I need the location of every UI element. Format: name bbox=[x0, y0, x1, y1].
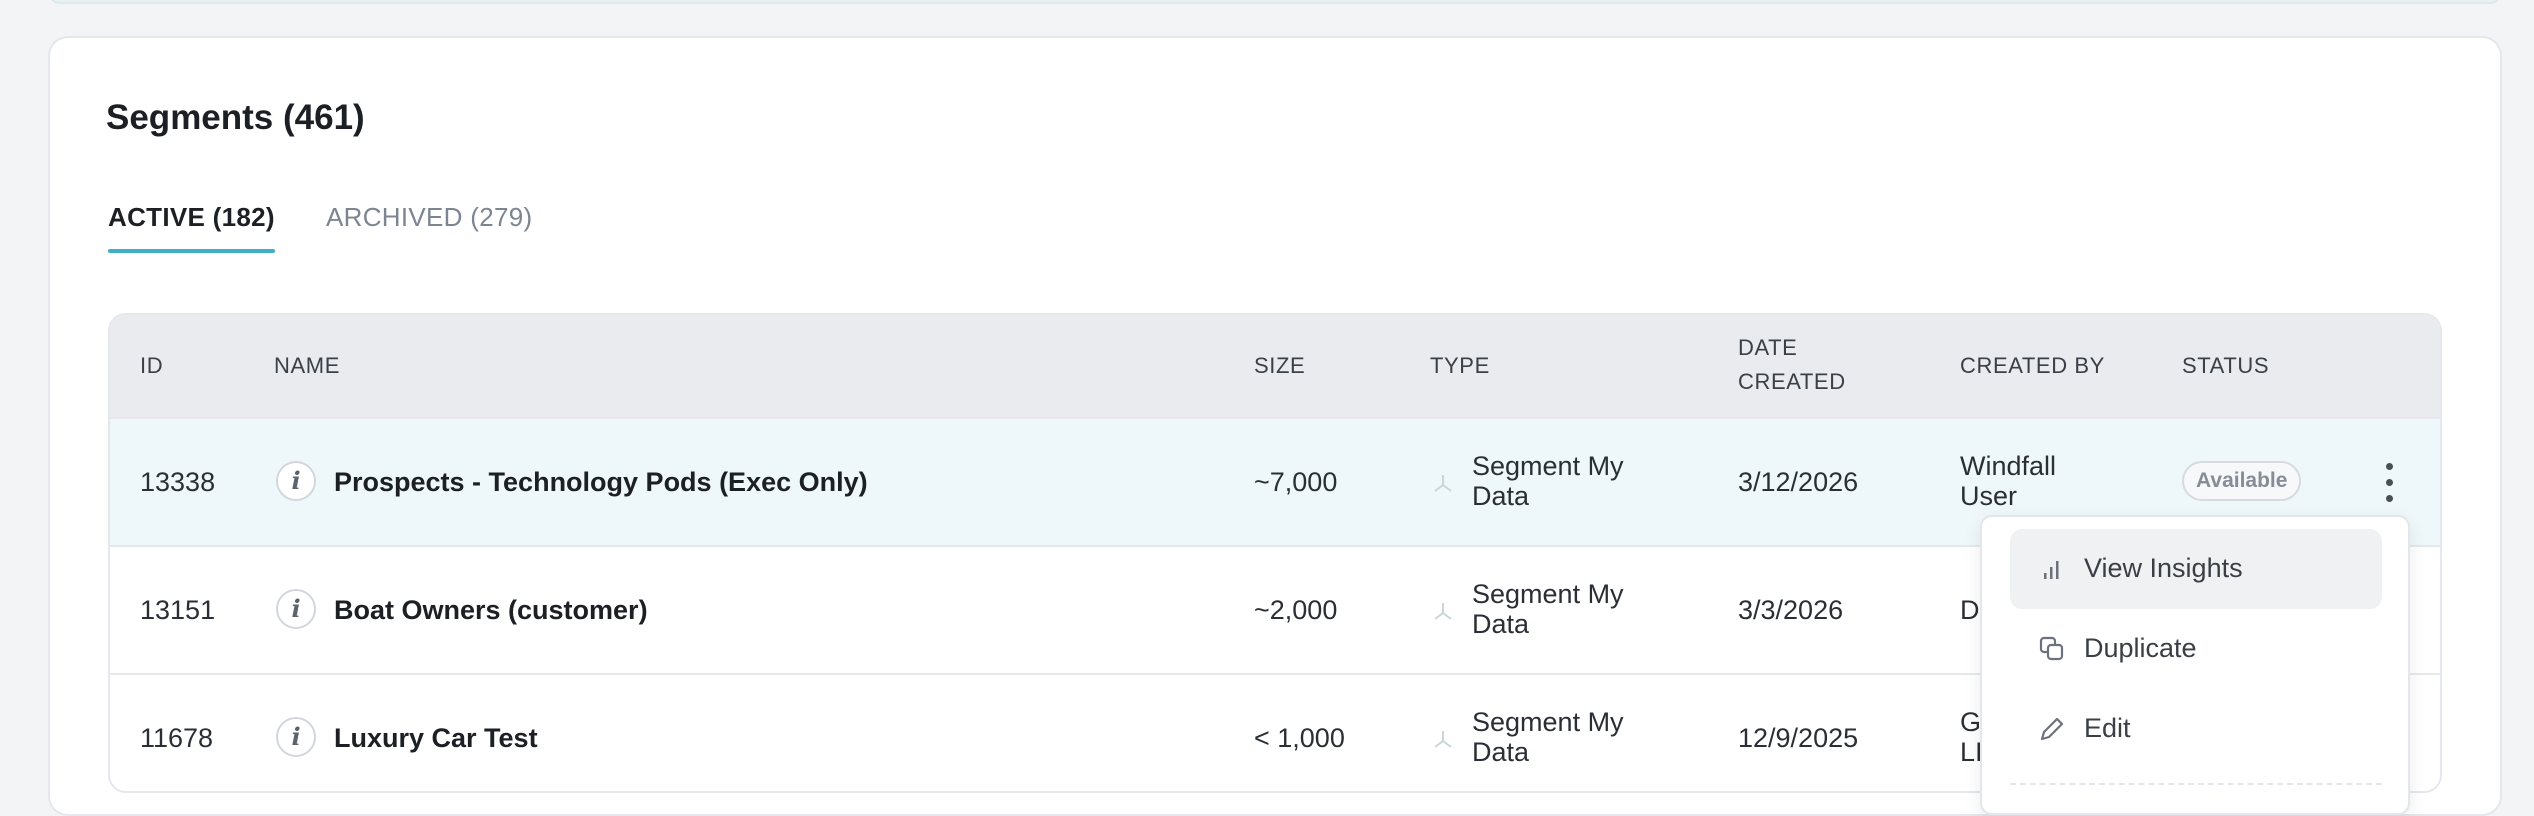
row-type-line2: Data bbox=[1472, 481, 1530, 511]
column-header-name[interactable]: NAME bbox=[274, 349, 340, 383]
row-size: ~2,000 bbox=[1254, 595, 1338, 625]
column-header-status[interactable]: STATUS bbox=[2182, 349, 2269, 383]
row-created-by-line2: User bbox=[1960, 481, 2018, 511]
row-size: < 1,000 bbox=[1254, 723, 1345, 753]
info-icon[interactable]: i bbox=[276, 717, 316, 757]
row-name[interactable]: Luxury Car Test bbox=[334, 723, 538, 753]
row-id: 13338 bbox=[140, 467, 216, 497]
row-date: 3/12/2026 bbox=[1738, 467, 1859, 497]
menu-item-label: Duplicate bbox=[2084, 633, 2197, 663]
column-header-type[interactable]: TYPE bbox=[1430, 349, 1490, 383]
page-title: Segments (461) bbox=[106, 98, 365, 137]
row-actions-kebab-icon[interactable] bbox=[2378, 457, 2402, 509]
column-header-date-line2: CREATED bbox=[1738, 369, 1846, 394]
status-badge: Available bbox=[2182, 461, 2302, 501]
menu-divider bbox=[2010, 783, 2382, 785]
menu-item-duplicate[interactable]: Duplicate bbox=[2010, 609, 2382, 689]
menu-item-edit[interactable]: Edit bbox=[2010, 689, 2382, 769]
row-created-by-line1: Windfall bbox=[1960, 451, 2057, 481]
bar-chart-icon bbox=[2044, 561, 2059, 579]
row-type-line2: Data bbox=[1472, 737, 1530, 767]
row-type: Segment My Data bbox=[1472, 707, 1624, 767]
row-id: 13151 bbox=[140, 595, 216, 625]
row-type-line1: Segment My bbox=[1472, 451, 1624, 481]
column-header-created-by[interactable]: CREATED BY bbox=[1960, 349, 2105, 383]
row-created-by: Windfall User bbox=[1960, 451, 2056, 511]
row-id: 11678 bbox=[140, 723, 214, 753]
column-header-size[interactable]: SIZE bbox=[1254, 349, 1305, 383]
tab-archived[interactable]: ARCHIVED (279) bbox=[326, 202, 532, 233]
row-date: 3/3/2026 bbox=[1738, 595, 1844, 625]
row-created-by-line1: D bbox=[1960, 595, 1980, 625]
row-type-line1: Segment My bbox=[1472, 579, 1624, 609]
column-header-date-created[interactable]: DATE CREATED bbox=[1738, 331, 1846, 399]
row-name[interactable]: Prospects - Technology Pods (Exec Only) bbox=[334, 467, 868, 497]
tab-active[interactable]: ACTIVE (182) bbox=[108, 202, 275, 233]
menu-item-label: View Insights bbox=[2084, 553, 2243, 583]
pencil-icon bbox=[2040, 717, 2064, 741]
segment-tabs: ACTIVE (182) ARCHIVED (279) bbox=[108, 202, 708, 256]
row-type: Segment My Data bbox=[1472, 579, 1624, 639]
column-header-date-line1: DATE bbox=[1738, 335, 1798, 360]
row-name[interactable]: Boat Owners (customer) bbox=[334, 595, 648, 625]
row-actions-menu: View Insights Duplicate Edit bbox=[1980, 515, 2410, 815]
row-type-line2: Data bbox=[1472, 609, 1530, 639]
row-type-line1: Segment My bbox=[1472, 707, 1624, 737]
row-size: ~7,000 bbox=[1254, 467, 1338, 497]
copy-icon bbox=[2039, 636, 2064, 661]
row-created-by: D bbox=[1960, 595, 1980, 625]
info-icon[interactable]: i bbox=[276, 461, 316, 501]
menu-item-view-insights[interactable]: View Insights bbox=[2010, 529, 2382, 609]
menu-item-label: Edit bbox=[2084, 713, 2131, 743]
column-header-id[interactable]: ID bbox=[140, 349, 163, 383]
table-header: ID NAME SIZE TYPE DATE CREATED CREATED B… bbox=[110, 315, 2440, 417]
row-type: Segment My Data bbox=[1472, 451, 1624, 511]
segment-type-icon bbox=[1434, 475, 1452, 492]
segment-type-icon bbox=[1434, 731, 1452, 748]
row-date: 12/9/2025 bbox=[1738, 723, 1859, 753]
active-tab-indicator bbox=[108, 249, 275, 253]
top-banner-edge bbox=[48, 0, 2502, 4]
segment-type-icon bbox=[1434, 603, 1452, 620]
info-icon[interactable]: i bbox=[276, 589, 316, 629]
